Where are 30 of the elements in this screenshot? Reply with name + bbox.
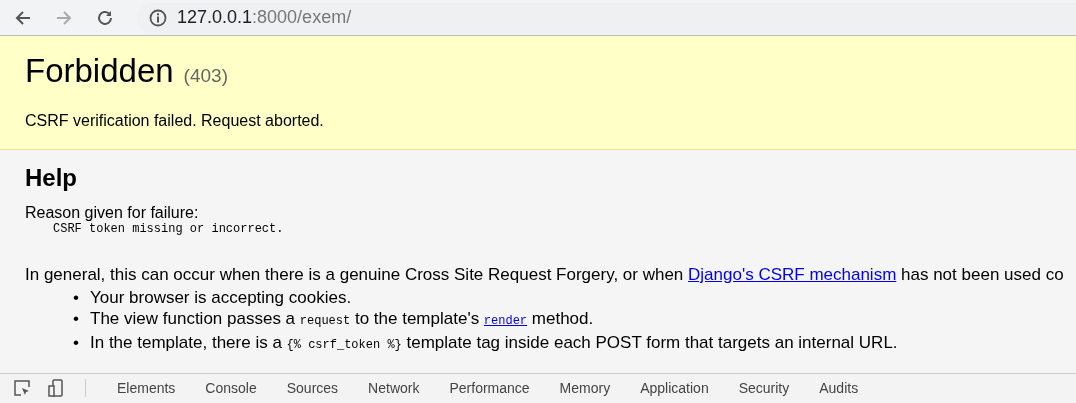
devtools-tab[interactable]: Audits — [804, 374, 874, 402]
page-title: Forbidden — [25, 52, 174, 90]
url-text: 127.0.0.1:8000/exem/ — [177, 7, 352, 28]
devtools-tab[interactable]: Application — [625, 374, 724, 402]
bullet-item: The view function passes a request to the template's render method. — [90, 308, 594, 330]
devtools-tab[interactable]: Sources — [271, 374, 354, 402]
bullet-item: In the template, there is a {% csrf_token %} template tag inside each POST form that targets an internal URL. — [90, 332, 898, 354]
text-link[interactable]: render — [483, 309, 528, 328]
device-icon[interactable] — [47, 379, 65, 397]
bullet-item: Your browser is accepting cookies. — [90, 287, 352, 308]
devtools-tab[interactable]: Network — [353, 374, 435, 402]
text-link[interactable]: Django's CSRF mechanism — [688, 265, 897, 284]
bullet-marker: • — [73, 287, 80, 308]
devtools-tab[interactable]: Elements — [102, 374, 191, 402]
bullet-marker: • — [73, 308, 80, 329]
devtools-tab[interactable]: Performance — [434, 374, 545, 402]
reason-text: CSRF token missing or incorrect. — [53, 222, 285, 236]
devtools-tab[interactable]: Memory — [544, 374, 626, 402]
status-code: (403) — [183, 65, 228, 87]
devtools-tab[interactable]: Security — [723, 374, 805, 402]
back-icon[interactable] — [14, 8, 32, 27]
bullet-marker: • — [73, 332, 80, 353]
error-message: CSRF verification failed. Request aborted. — [25, 112, 325, 130]
reload-icon[interactable] — [96, 8, 114, 27]
devtools-tab[interactable]: Console — [190, 374, 272, 402]
section-heading: Help — [25, 164, 78, 192]
paragraph: In general, this can occur when there is a genuine Cross Site Request Forgery, or when Django's CSRF mechanism has not been used co — [25, 264, 1064, 285]
inspect-icon[interactable] — [13, 379, 31, 397]
reason-label: Reason given for failure: — [25, 204, 200, 222]
info-icon[interactable] — [149, 8, 167, 27]
